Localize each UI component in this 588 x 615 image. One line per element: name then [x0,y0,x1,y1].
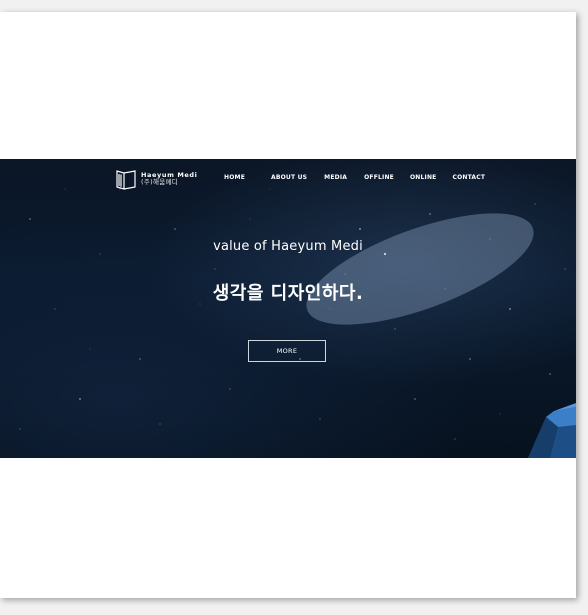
site-logo[interactable]: Haeyum Medi (주)해움메디 [115,168,198,190]
more-button[interactable]: MORE [248,340,326,362]
tent-image [528,403,576,458]
logo-name-ko: (주)해움메디 [141,178,179,186]
nav-item-home[interactable]: HOME [224,174,245,181]
hero-subtitle: value of Haeyum Medi [213,239,363,254]
hero-title: 생각을 디자인하다. [212,283,364,304]
main-nav-menu: HOME ABOUT US MEDIA OFFLINE ONLINE CONTA… [224,174,485,181]
page-frame: Haeyum Medi (주)해움메디 HOME ABOUT US MEDIA … [0,12,576,598]
nav-item-contact[interactable]: CONTACT [452,174,485,181]
top-navbar: Haeyum Medi (주)해움메디 HOME ABOUT US MEDIA … [0,159,576,199]
starfield-background [19,188,566,440]
nav-item-media[interactable]: MEDIA [324,174,347,181]
hero-section: Haeyum Medi (주)해움메디 HOME ABOUT US MEDIA … [0,159,576,458]
book-logo-icon [116,170,136,190]
nav-item-online[interactable]: ONLINE [410,174,437,181]
nav-item-offline[interactable]: OFFLINE [364,174,394,181]
nav-item-about-us[interactable]: ABOUT US [271,174,307,181]
